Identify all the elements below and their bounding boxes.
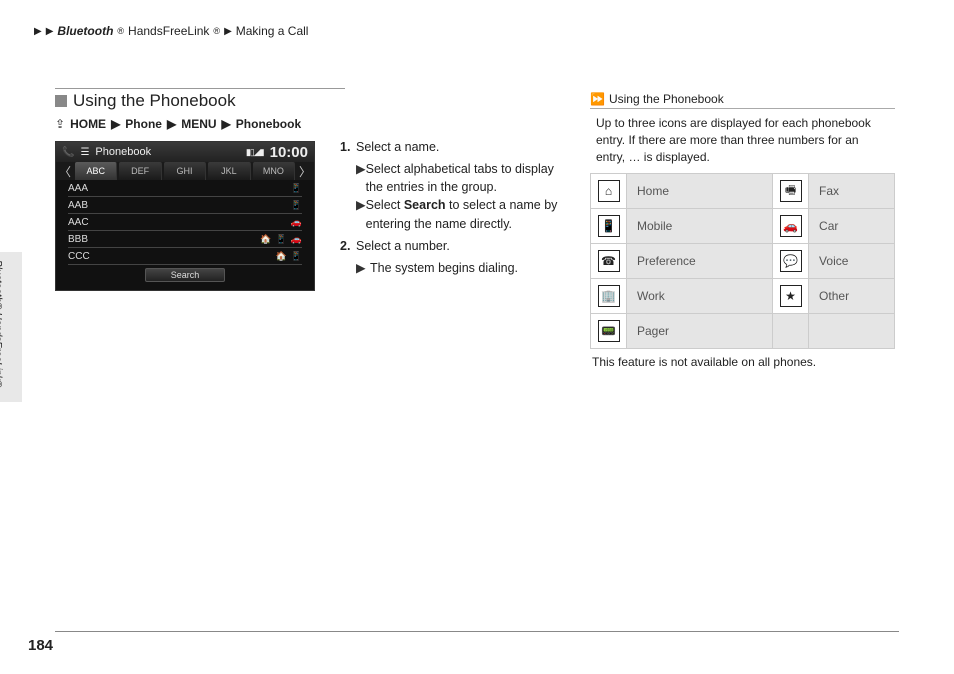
alpha-tab[interactable]: JKL bbox=[208, 162, 250, 180]
screen-title: Phonebook bbox=[95, 146, 239, 158]
chevron-right-icon: ▶ bbox=[167, 117, 176, 131]
square-bullet-icon bbox=[55, 95, 67, 107]
sidebar-heading-text: Using the Phonebook bbox=[609, 92, 724, 106]
sidebar-intro: Up to three icons are displayed for each… bbox=[590, 115, 895, 173]
chevron-right-icon[interactable]: 〉 bbox=[296, 162, 314, 180]
step-number: 2. bbox=[340, 237, 356, 255]
nav-path-item: Phone bbox=[125, 117, 162, 131]
legend-label: Mobile bbox=[627, 209, 773, 244]
sidebar-heading: ⏩ Using the Phonebook bbox=[590, 92, 895, 109]
mobile-icon: 📱 bbox=[598, 215, 620, 237]
legend-label: Work bbox=[627, 279, 773, 314]
section-heading: Using the Phonebook bbox=[55, 88, 345, 111]
chevron-right-icon: ▶ bbox=[111, 117, 120, 131]
contact-name: AAB bbox=[68, 200, 88, 211]
clock: 10:00 bbox=[270, 144, 308, 161]
legend-label: Other bbox=[809, 279, 895, 314]
nav-path-item: MENU bbox=[181, 117, 216, 131]
list-icon: ☰ bbox=[80, 147, 89, 158]
nav-path: ⇪ HOME ▶ Phone ▶ MENU ▶ Phonebook bbox=[55, 117, 345, 131]
chevron-right-icon: ▶ bbox=[46, 26, 54, 37]
substep-text: The system begins dialing. bbox=[370, 259, 518, 277]
contact-type-icons: 🏠 📱 🚗 bbox=[260, 234, 302, 245]
select-icon: ⇪ bbox=[55, 117, 65, 131]
triangle-right-icon: ▶ bbox=[356, 259, 370, 277]
other-icon: ★ bbox=[780, 285, 802, 307]
side-tab-label: Bluetooth® HandsFreeLink® bbox=[0, 260, 3, 388]
legend-label: Home bbox=[627, 174, 773, 209]
breadcrumb-item: Making a Call bbox=[236, 24, 309, 38]
contact-type-icon: 📱 bbox=[276, 234, 287, 245]
phonebook-row[interactable]: CCC🏠📱 bbox=[68, 248, 302, 265]
chevron-right-icon: ▶ bbox=[34, 26, 42, 37]
icon-legend-table: ⌂ Home 🖷 Fax 📱 Mobile 🚗 Car ☎ Preference 💬 Voice 🏢 Wo… bbox=[590, 173, 895, 349]
work-icon: 🏢 bbox=[598, 285, 620, 307]
contact-type-icon: 📱 bbox=[291, 183, 302, 194]
triangle-right-icon: ▶ bbox=[356, 196, 366, 232]
voice-icon: 💬 bbox=[780, 250, 802, 272]
alpha-tab[interactable]: MNO bbox=[253, 162, 295, 180]
double-chevron-icon: ⏩ bbox=[590, 92, 605, 106]
legend-label: Pager bbox=[627, 314, 773, 349]
section-title: Using the Phonebook bbox=[73, 91, 236, 111]
contact-type-icon: 🏠 bbox=[276, 251, 287, 262]
nav-path-item: Phonebook bbox=[236, 117, 301, 131]
contact-type-icons: 📱 bbox=[291, 200, 302, 211]
phone-icon: 📞 bbox=[62, 147, 74, 158]
signal-icon: ▮▯◢▮ bbox=[246, 147, 264, 158]
contact-type-icons: 📱 bbox=[291, 183, 302, 194]
triangle-right-icon: ▶ bbox=[356, 160, 366, 196]
chevron-right-icon: ▶ bbox=[224, 26, 232, 37]
contact-type-icons: 🏠📱 bbox=[276, 251, 302, 262]
step-number: 1. bbox=[340, 138, 356, 156]
breadcrumb-item: HandsFreeLink bbox=[128, 24, 209, 38]
fax-icon: 🖷 bbox=[780, 180, 802, 202]
phonebook-row[interactable]: AAB 📱 bbox=[68, 197, 302, 214]
legend-label: Car bbox=[809, 209, 895, 244]
breadcrumb: ▶ ▶ Bluetooth® HandsFreeLink® ▶ Making a… bbox=[34, 24, 308, 38]
car-icon: 🚗 bbox=[780, 215, 802, 237]
nav-path-item: HOME bbox=[70, 117, 106, 131]
side-tab: Bluetooth® HandsFreeLink® bbox=[0, 252, 22, 402]
phonebook-row[interactable]: AAC 🚗 bbox=[68, 214, 302, 231]
contact-name: CCC bbox=[68, 251, 90, 262]
contact-type-icon: 🏠 bbox=[260, 234, 271, 245]
alpha-tab[interactable]: ABC bbox=[75, 162, 117, 180]
contact-name: BBB bbox=[68, 234, 88, 245]
contact-type-icon: 📱 bbox=[291, 251, 302, 262]
chevron-left-icon[interactable]: 〈 bbox=[56, 162, 74, 180]
pager-icon: 📟 bbox=[598, 320, 620, 342]
chevron-right-icon: ▶ bbox=[222, 117, 231, 131]
alpha-tab[interactable]: GHI bbox=[164, 162, 206, 180]
step-text: Select a name. bbox=[356, 138, 570, 156]
contact-type-icon: 🚗 bbox=[291, 234, 302, 245]
substep-text: Select Search to select a name by enteri… bbox=[366, 196, 570, 232]
substep-text: Select alphabetical tabs to display the … bbox=[366, 160, 570, 196]
search-button[interactable]: Search bbox=[145, 268, 225, 282]
legend-label: Preference bbox=[627, 244, 773, 279]
alpha-tab[interactable]: DEF bbox=[119, 162, 161, 180]
divider bbox=[55, 631, 899, 632]
step-text: Select a number. bbox=[356, 237, 570, 255]
breadcrumb-item: Bluetooth bbox=[57, 24, 113, 38]
contact-name: AAC bbox=[68, 217, 89, 228]
legend-label: Fax bbox=[809, 174, 895, 209]
contact-type-icon: 📱 bbox=[291, 200, 302, 211]
legend-label: Voice bbox=[809, 244, 895, 279]
contact-type-icon: 🚗 bbox=[291, 217, 302, 228]
phonebook-row[interactable]: AAA 📱 bbox=[68, 180, 302, 197]
contact-name: AAA bbox=[68, 183, 88, 194]
infotainment-screenshot: 📞 ☰ Phonebook ▮▯◢▮ 10:00 〈 ABC DEF GHI J… bbox=[55, 141, 315, 291]
page-number: 184 bbox=[28, 637, 53, 654]
contact-type-icons: 🚗 bbox=[291, 217, 302, 228]
phonebook-row[interactable]: BBB 🏠 📱 🚗 bbox=[68, 231, 302, 248]
instructions: 1.Select a name. ▶Select alphabetical ta… bbox=[340, 138, 570, 277]
sidebar-footnote: This feature is not available on all pho… bbox=[590, 355, 895, 369]
home-icon: ⌂ bbox=[598, 180, 620, 202]
preference-icon: ☎ bbox=[598, 250, 620, 272]
